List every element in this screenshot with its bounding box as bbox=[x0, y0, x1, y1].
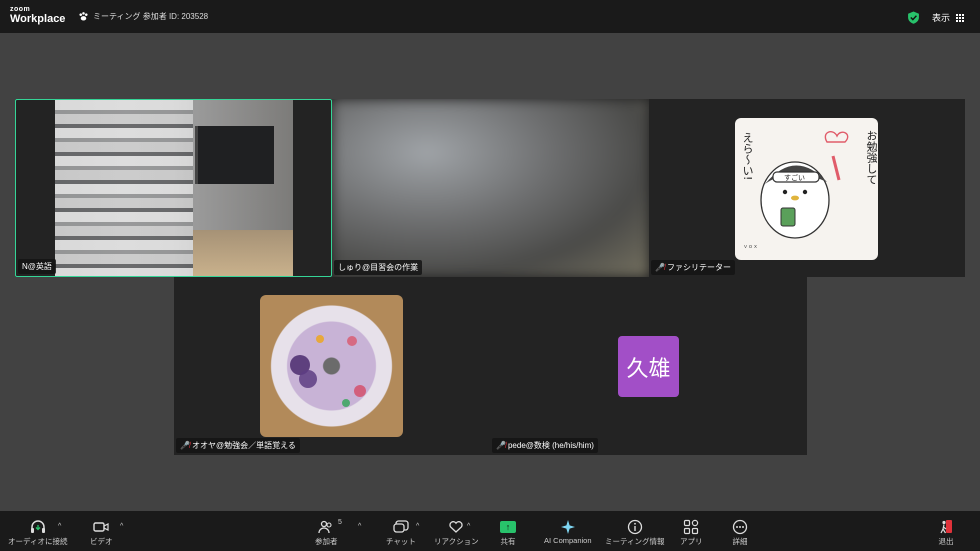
camera-feed-1 bbox=[55, 100, 293, 276]
nameplate-5: 🎤̸ pede@数検 (he/his/him) bbox=[492, 438, 598, 453]
share-button[interactable]: ↑ 共有 bbox=[500, 518, 516, 547]
chat-icon bbox=[393, 518, 409, 536]
muted-mic-icon: 🎤̸ bbox=[180, 441, 190, 450]
reactions-label: リアクション bbox=[434, 537, 479, 546]
meeting-info-label: ミーティング情報 bbox=[605, 537, 665, 546]
video-caret-icon[interactable]: ^ bbox=[120, 523, 123, 530]
chat-caret-icon[interactable]: ^ bbox=[416, 523, 419, 530]
more-label: 詳細 bbox=[732, 537, 748, 546]
donut-photo bbox=[260, 295, 403, 437]
sparkle-icon bbox=[560, 518, 576, 536]
meeting-info[interactable]: ミーティング 参加者 ID: 203528 bbox=[78, 11, 208, 22]
zoom-workplace-logo: zoom Workplace bbox=[10, 6, 65, 25]
info-icon bbox=[627, 518, 643, 536]
chat-label: チャット bbox=[386, 537, 416, 546]
participant-tile-1[interactable]: N@英語 bbox=[15, 99, 332, 277]
nameplate-2: しゅり@目習会の作業 bbox=[334, 260, 423, 275]
meeting-info-button[interactable]: ミーティング情報 bbox=[605, 518, 665, 547]
nameplate-1: N@英語 bbox=[18, 259, 56, 274]
video-label: ビデオ bbox=[90, 537, 113, 546]
top-bar: zoom Workplace ミーティング 参加者 ID: 203528 表示 bbox=[0, 0, 980, 33]
participants-label: 参加者 bbox=[315, 537, 338, 546]
view-label: 表示 bbox=[932, 13, 951, 23]
audio-label: オーディオに接続 bbox=[8, 537, 68, 546]
view-button[interactable]: 表示 bbox=[932, 11, 965, 24]
participant-tile-4[interactable]: 🎤̸ オオヤ@勉強会／単語覚える bbox=[174, 277, 490, 455]
participant-name-4: オオヤ@勉強会／単語覚える bbox=[191, 441, 296, 450]
apps-label: アプリ bbox=[680, 537, 703, 546]
svg-text:ｖｏｘ: ｖｏｘ bbox=[743, 244, 758, 250]
camera-feed-2-blurred bbox=[332, 99, 649, 277]
penguin-sticker-image: ｖｏｘ すごい お勉強して えら〜い! bbox=[735, 118, 878, 260]
meeting-toolbar: オーディオに接続 ^ ビデオ ^ 参加者 5 ^ チャット ^ リアクション ^… bbox=[0, 511, 980, 551]
participant-tile-5[interactable]: 久雄 🎤̸ pede@数検 (he/his/him) bbox=[490, 277, 807, 455]
participant-name-3: ファシリテーター bbox=[666, 263, 731, 272]
shield-check-icon[interactable] bbox=[907, 11, 920, 24]
tv-screen bbox=[195, 126, 274, 184]
participant-tile-3[interactable]: ｖｏｘ すごい お勉強して えら〜い! 🎤̸ ファシリテーター bbox=[649, 99, 965, 277]
grid-view-icon bbox=[956, 13, 965, 22]
participant-name-1: N@英語 bbox=[22, 262, 52, 271]
share-screen-icon: ↑ bbox=[500, 518, 516, 536]
meeting-info-text: ミーティング 参加者 ID: 203528 bbox=[93, 12, 209, 21]
headphones-icon bbox=[30, 518, 46, 536]
more-button[interactable]: 詳細 bbox=[732, 518, 748, 547]
logo-big-text: Workplace bbox=[10, 13, 66, 25]
participants-button[interactable]: 参加者 bbox=[315, 518, 338, 547]
participants-count: 5 bbox=[338, 519, 342, 526]
leave-label: 退出 bbox=[938, 537, 954, 546]
participant-name-5: pede@数検 (he/his/him) bbox=[507, 441, 594, 450]
flower-decorations bbox=[290, 335, 366, 407]
desk bbox=[193, 230, 293, 276]
sticker-text-left: えら〜い! bbox=[741, 132, 754, 181]
ai-companion-label: AI Companion bbox=[544, 536, 592, 545]
reactions-caret-icon[interactable]: ^ bbox=[467, 523, 470, 530]
apps-button[interactable]: アプリ bbox=[680, 518, 703, 547]
heart-icon bbox=[448, 518, 464, 536]
participant-name-2: しゅり@目習会の作業 bbox=[338, 263, 419, 272]
share-label: 共有 bbox=[500, 537, 516, 546]
video-button[interactable]: ビデオ bbox=[90, 518, 113, 547]
leave-button[interactable]: 退出 bbox=[938, 518, 954, 547]
apps-icon bbox=[683, 518, 699, 536]
reactions-button[interactable]: リアクション bbox=[434, 518, 479, 547]
participants-icon bbox=[318, 518, 334, 536]
chat-button[interactable]: チャット bbox=[386, 518, 416, 547]
participant-avatar: 久雄 bbox=[618, 336, 679, 397]
more-icon bbox=[732, 518, 748, 536]
muted-mic-icon: 🎤̸ bbox=[655, 263, 665, 272]
logo-small-text: zoom bbox=[10, 6, 31, 13]
nameplate-4: 🎤̸ オオヤ@勉強会／単語覚える bbox=[176, 438, 300, 453]
ai-companion-button[interactable]: AI Companion bbox=[544, 518, 592, 545]
audio-caret-icon[interactable]: ^ bbox=[58, 523, 61, 530]
penguin-illustration: ｖｏｘ bbox=[743, 131, 849, 250]
video-camera-icon bbox=[93, 518, 109, 536]
sticker-text-right: お勉強して bbox=[865, 130, 878, 185]
paw-icon bbox=[79, 12, 88, 21]
participants-caret-icon[interactable]: ^ bbox=[358, 523, 361, 530]
water-bottle bbox=[55, 100, 193, 276]
muted-mic-icon: 🎤̸ bbox=[496, 441, 506, 450]
nameplate-3: 🎤̸ ファシリテーター bbox=[651, 260, 735, 275]
sticker-text-small: すごい bbox=[784, 175, 805, 182]
participant-tile-2[interactable]: しゅり@目習会の作業 bbox=[332, 99, 649, 277]
leave-icon bbox=[938, 518, 954, 536]
